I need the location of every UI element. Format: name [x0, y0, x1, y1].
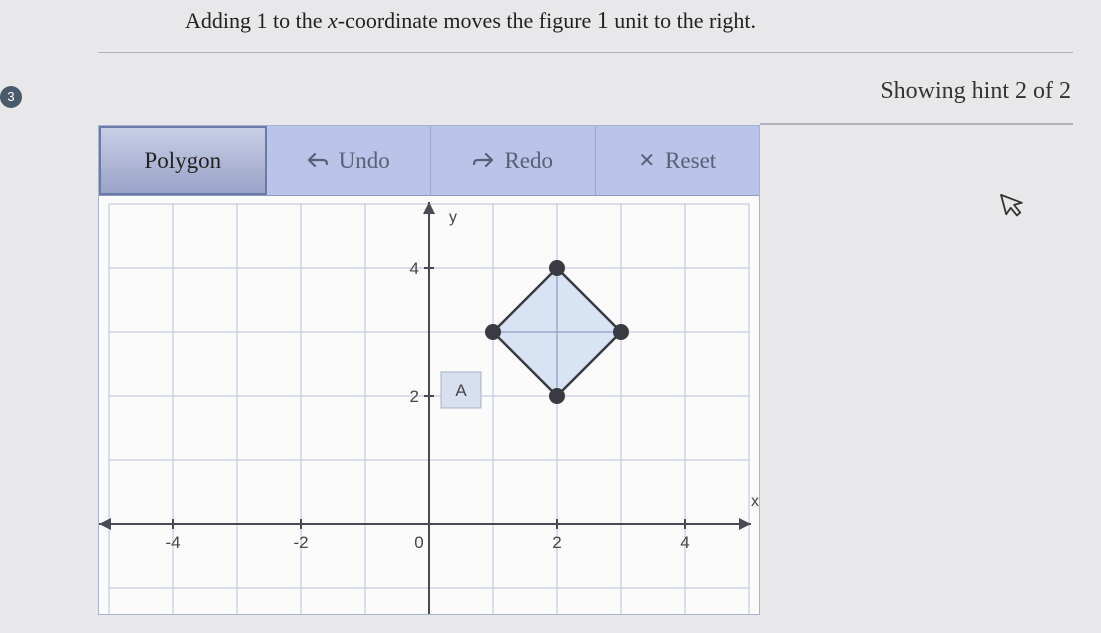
vertex[interactable] [485, 324, 501, 340]
polygon-button[interactable]: Polygon [99, 126, 267, 195]
hint-prefix: Adding 1 to the [185, 8, 328, 33]
panel-top-divider [760, 123, 1073, 125]
reset-label: Reset [665, 148, 716, 174]
close-icon: ✕ [638, 148, 655, 173]
undo-button[interactable]: Undo [267, 126, 432, 195]
x-axis-label: x [751, 493, 759, 510]
x-axis-arrow-left [99, 518, 111, 530]
x-tick: 0 [414, 533, 423, 552]
vertex[interactable] [613, 324, 629, 340]
polygon-label: Polygon [144, 148, 221, 174]
hint-middle: -coordinate moves the figure [338, 8, 597, 33]
cursor-icon [998, 188, 1031, 230]
y-tick: 4 [410, 259, 419, 278]
x-tick: 4 [680, 533, 689, 552]
y-axis-label: y [449, 209, 457, 226]
coordinate-grid: y x -4 -2 0 2 4 2 4 [99, 196, 759, 614]
hint-divider [98, 52, 1073, 53]
x-tick: -2 [293, 533, 308, 552]
hint-text: Adding 1 to the x-coordinate moves the f… [185, 8, 756, 35]
graph-panel: Polygon Undo Redo ✕ Reset [98, 125, 760, 615]
undo-label: Undo [339, 148, 390, 174]
x-tick: 2 [552, 533, 561, 552]
reset-button[interactable]: ✕ Reset [596, 126, 760, 195]
toolbar: Polygon Undo Redo ✕ Reset [99, 126, 759, 196]
vertex[interactable] [549, 260, 565, 276]
x-tick: -4 [165, 533, 180, 552]
hint-xvar: x [328, 8, 338, 33]
redo-icon [472, 148, 494, 174]
vertex[interactable] [549, 388, 565, 404]
redo-label: Redo [504, 148, 553, 174]
redo-button[interactable]: Redo [431, 126, 596, 195]
undo-icon [307, 148, 329, 174]
hint-num: 1 [597, 8, 609, 34]
hint-status: Showing hint 2 of 2 [880, 78, 1071, 105]
y-tick: 2 [410, 387, 419, 406]
graph-area[interactable]: y x -4 -2 0 2 4 2 4 [99, 196, 759, 614]
shape-label: A [455, 381, 467, 400]
step-badge: 3 [0, 86, 22, 108]
hint-suffix: unit to the right. [609, 8, 756, 33]
